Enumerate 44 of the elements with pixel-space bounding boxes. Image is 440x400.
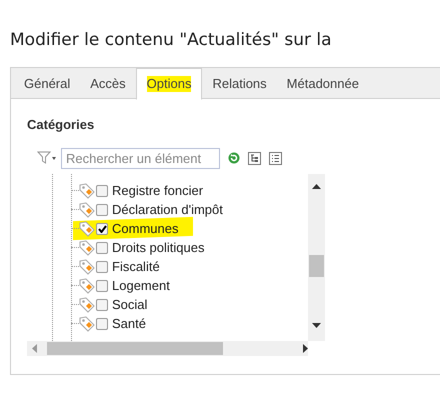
tag-icon — [79, 220, 95, 236]
tree-item-label[interactable]: Droits politiques — [112, 240, 204, 256]
tree-item-label[interactable]: Santé — [112, 316, 146, 332]
tag-icon — [79, 258, 95, 274]
checkbox[interactable] — [96, 242, 108, 254]
scroll-up-icon[interactable] — [312, 184, 321, 189]
tag-icon — [79, 182, 95, 198]
tree-item-label[interactable]: Logement — [112, 278, 170, 294]
tab[interactable]: Relations — [212, 76, 267, 92]
tree-item-label[interactable]: Fiscalité — [112, 258, 160, 274]
refresh-icon[interactable] — [228, 152, 240, 164]
tag-icon — [79, 240, 95, 256]
tab[interactable]: Général — [24, 76, 70, 92]
page-title: Modifier le contenu "Actualités" sur la — [10, 29, 332, 52]
tag-icon — [79, 296, 95, 312]
scroll-down-icon[interactable] — [312, 323, 321, 328]
tree-item-label[interactable]: Social — [112, 296, 148, 312]
tab[interactable]: Métadonnée — [286, 76, 359, 92]
checkbox[interactable] — [96, 222, 108, 234]
tree-item-label[interactable]: Déclaration d'impôt — [112, 202, 223, 218]
tag-icon — [79, 202, 95, 218]
scroll-thumb[interactable] — [47, 342, 223, 355]
checkbox[interactable] — [96, 184, 108, 196]
search-field[interactable]: Rechercher un élément — [61, 148, 220, 168]
checkbox[interactable] — [96, 318, 108, 330]
horizontal-scrollbar[interactable] — [27, 341, 308, 356]
section-title: Catégories — [27, 117, 96, 133]
tree-item-label[interactable]: Communes — [112, 220, 178, 236]
checkbox[interactable] — [96, 204, 108, 216]
checkbox[interactable] — [96, 260, 108, 272]
scroll-left-icon[interactable] — [32, 344, 37, 353]
vertical-scrollbar[interactable] — [308, 174, 325, 341]
list-icon[interactable] — [269, 152, 282, 164]
tab[interactable]: Options — [146, 76, 192, 92]
checkbox[interactable] — [96, 280, 108, 292]
checkbox[interactable] — [96, 298, 108, 310]
scroll-thumb[interactable] — [309, 255, 324, 277]
scroll-right-icon[interactable] — [303, 344, 308, 353]
tag-icon — [79, 278, 95, 294]
tab[interactable]: Accès — [90, 76, 126, 92]
expand-tree-icon[interactable] — [248, 152, 261, 164]
filter-icon[interactable] — [37, 151, 57, 165]
tag-icon — [79, 316, 95, 332]
tree-item-label[interactable]: Registre foncier — [112, 182, 204, 198]
